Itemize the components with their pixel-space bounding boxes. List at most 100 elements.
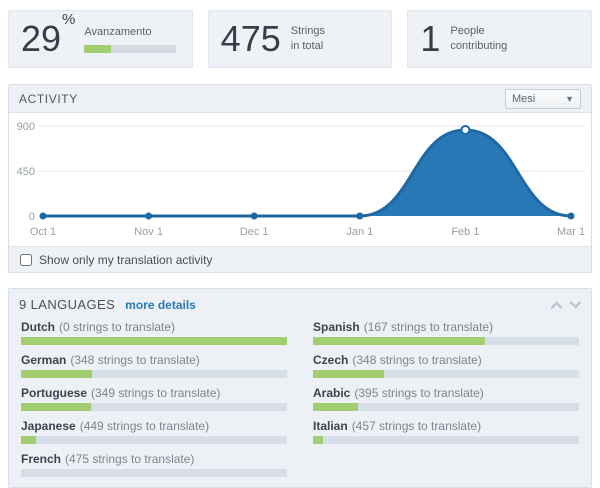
language-strings-count: (349 strings to translate) — [91, 386, 221, 400]
chevron-down-icon: ▼ — [565, 93, 574, 104]
language-name: German — [21, 353, 67, 367]
overall-progress-fill — [84, 44, 112, 53]
language-strings-count: (475 strings to translate) — [65, 452, 195, 466]
x-axis-label: Jan 1 — [346, 226, 373, 238]
activity-title: ACTIVITY — [19, 91, 78, 106]
activity-panel-header: ACTIVITY Mesi ▼ — [9, 85, 591, 113]
language-row[interactable]: Portuguese (349 strings to translate) — [21, 386, 287, 411]
activity-chart: 0 450 900 Oct 1 Nov 1 Dec 1 Jan 1 Feb 1 Mar 1 — [17, 121, 585, 238]
language-row[interactable]: Czech (348 strings to translate) — [313, 353, 579, 378]
languages-list: Dutch (0 strings to translate) Spanish (167… — [9, 317, 591, 487]
language-label: Spanish (167 strings to translate) — [313, 320, 579, 334]
language-progress-bar — [21, 403, 287, 411]
language-strings-count: (395 strings to translate) — [354, 386, 484, 400]
languages-panel-header: 9 LANGUAGES more details — [9, 289, 591, 317]
language-label: Arabic (395 strings to translate) — [313, 386, 579, 400]
language-name: Spanish — [313, 320, 360, 334]
data-point-dot[interactable] — [39, 212, 47, 220]
strings-total-value: 475 — [220, 18, 281, 59]
language-progress-bar — [313, 436, 579, 444]
language-row[interactable]: Dutch (0 strings to translate) — [21, 320, 287, 345]
x-axis-label: Nov 1 — [134, 226, 163, 238]
people-label-line2: contributing — [450, 40, 508, 52]
language-name: French — [21, 452, 62, 466]
show-my-activity-checkbox[interactable] — [20, 253, 32, 266]
percent-sign: % — [62, 11, 76, 28]
language-progress-fill — [313, 370, 385, 378]
x-axis-label: Mar 1 — [557, 226, 585, 238]
more-details-link[interactable]: more details — [125, 298, 196, 312]
language-progress-fill — [21, 403, 92, 411]
language-strings-count: (0 strings to translate) — [59, 320, 176, 334]
language-progress-fill — [313, 403, 358, 411]
y-axis-label: 450 — [17, 166, 35, 178]
language-progress-fill — [313, 337, 486, 345]
people-contributing-value: 1 — [420, 18, 441, 59]
language-label: Dutch (0 strings to translate) — [21, 320, 287, 334]
language-progress-bar — [21, 469, 287, 477]
period-select[interactable]: Mesi ▼ — [505, 88, 581, 109]
language-row[interactable]: German (348 strings to translate) — [21, 353, 287, 378]
progress-card: 29% Avanzamento — [8, 10, 193, 68]
language-label: German (348 strings to translate) — [21, 353, 287, 367]
language-row[interactable]: Japanese (449 strings to translate) — [21, 419, 287, 444]
x-axis-label: Oct 1 — [30, 226, 56, 238]
activity-chart-area: 0 450 900 Oct 1 Nov 1 Dec 1 Jan 1 Feb 1 Mar 1 — [9, 113, 591, 246]
language-row[interactable]: French (475 strings to translate) — [21, 452, 287, 477]
strings-total-card: 475 Strings in total — [207, 10, 393, 68]
language-progress-fill — [313, 436, 324, 444]
data-point-dot[interactable] — [145, 212, 153, 220]
language-progress-bar — [21, 337, 287, 345]
progress-value: 29% — [21, 11, 76, 59]
language-progress-bar — [21, 436, 287, 444]
data-point-dot-peak[interactable] — [460, 125, 471, 135]
language-strings-count: (167 strings to translate) — [363, 320, 494, 334]
language-label: French (475 strings to translate) — [21, 452, 287, 466]
language-name: Japanese — [21, 419, 76, 433]
activity-footer: Show only my translation activity — [9, 246, 591, 272]
y-axis-label: 900 — [17, 121, 35, 133]
collapse-up-icon[interactable] — [551, 300, 562, 309]
people-contributing-card: 1 People contributing — [407, 10, 593, 68]
language-row[interactable]: Arabic (395 strings to translate) — [313, 386, 579, 411]
language-label: Portuguese (349 strings to translate) — [21, 386, 287, 400]
data-point-dot[interactable] — [250, 212, 258, 220]
language-name: Arabic — [313, 386, 351, 400]
language-progress-fill — [21, 436, 36, 444]
collapse-down-icon[interactable] — [570, 300, 581, 309]
strings-total-label-line1: Strings — [290, 25, 325, 38]
language-progress-fill — [21, 370, 93, 378]
language-row[interactable]: Spanish (167 strings to translate) — [313, 320, 579, 345]
strings-total-label-line2: in total — [290, 40, 324, 52]
x-axis-label: Feb 1 — [451, 226, 479, 238]
language-progress-bar — [313, 370, 579, 378]
progress-label: Avanzamento — [84, 26, 152, 39]
activity-panel: ACTIVITY Mesi ▼ 0 450 900 Oct 1 Nov 1 Dec 1 Ja… — [8, 84, 592, 273]
language-name: Portuguese — [21, 386, 88, 400]
language-strings-count: (449 strings to translate) — [79, 419, 210, 433]
language-progress-fill — [21, 337, 287, 345]
period-select-value: Mesi — [512, 92, 536, 105]
language-label: Czech (348 strings to translate) — [313, 353, 579, 367]
language-row[interactable]: Italian (457 strings to translate) — [313, 419, 579, 444]
language-progress-bar — [21, 370, 287, 378]
language-name: Dutch — [21, 320, 55, 334]
panel-reorder-controls — [551, 300, 581, 309]
stats-row: 29% Avanzamento 475 Strings in total 1 P… — [8, 10, 593, 68]
language-name: Czech — [313, 353, 349, 367]
show-my-activity-label[interactable]: Show only my translation activity — [39, 253, 212, 267]
language-progress-bar — [313, 403, 579, 411]
language-strings-count: (457 strings to translate) — [351, 419, 482, 433]
language-name: Italian — [313, 419, 348, 433]
data-point-dot[interactable] — [567, 212, 575, 220]
language-label: Japanese (449 strings to translate) — [21, 419, 287, 433]
x-axis-label: Dec 1 — [240, 226, 269, 238]
languages-panel: 9 LANGUAGES more details Dutch (0 strings… — [8, 288, 592, 488]
people-label-line1: People — [450, 25, 485, 38]
language-strings-count: (348 strings to translate) — [352, 353, 482, 367]
y-axis-label: 0 — [29, 211, 35, 223]
language-label: Italian (457 strings to translate) — [313, 419, 579, 433]
dashboard: 29% Avanzamento 475 Strings in total 1 P… — [8, 10, 593, 488]
overall-progress-bar — [84, 44, 177, 53]
data-point-dot[interactable] — [356, 212, 364, 220]
